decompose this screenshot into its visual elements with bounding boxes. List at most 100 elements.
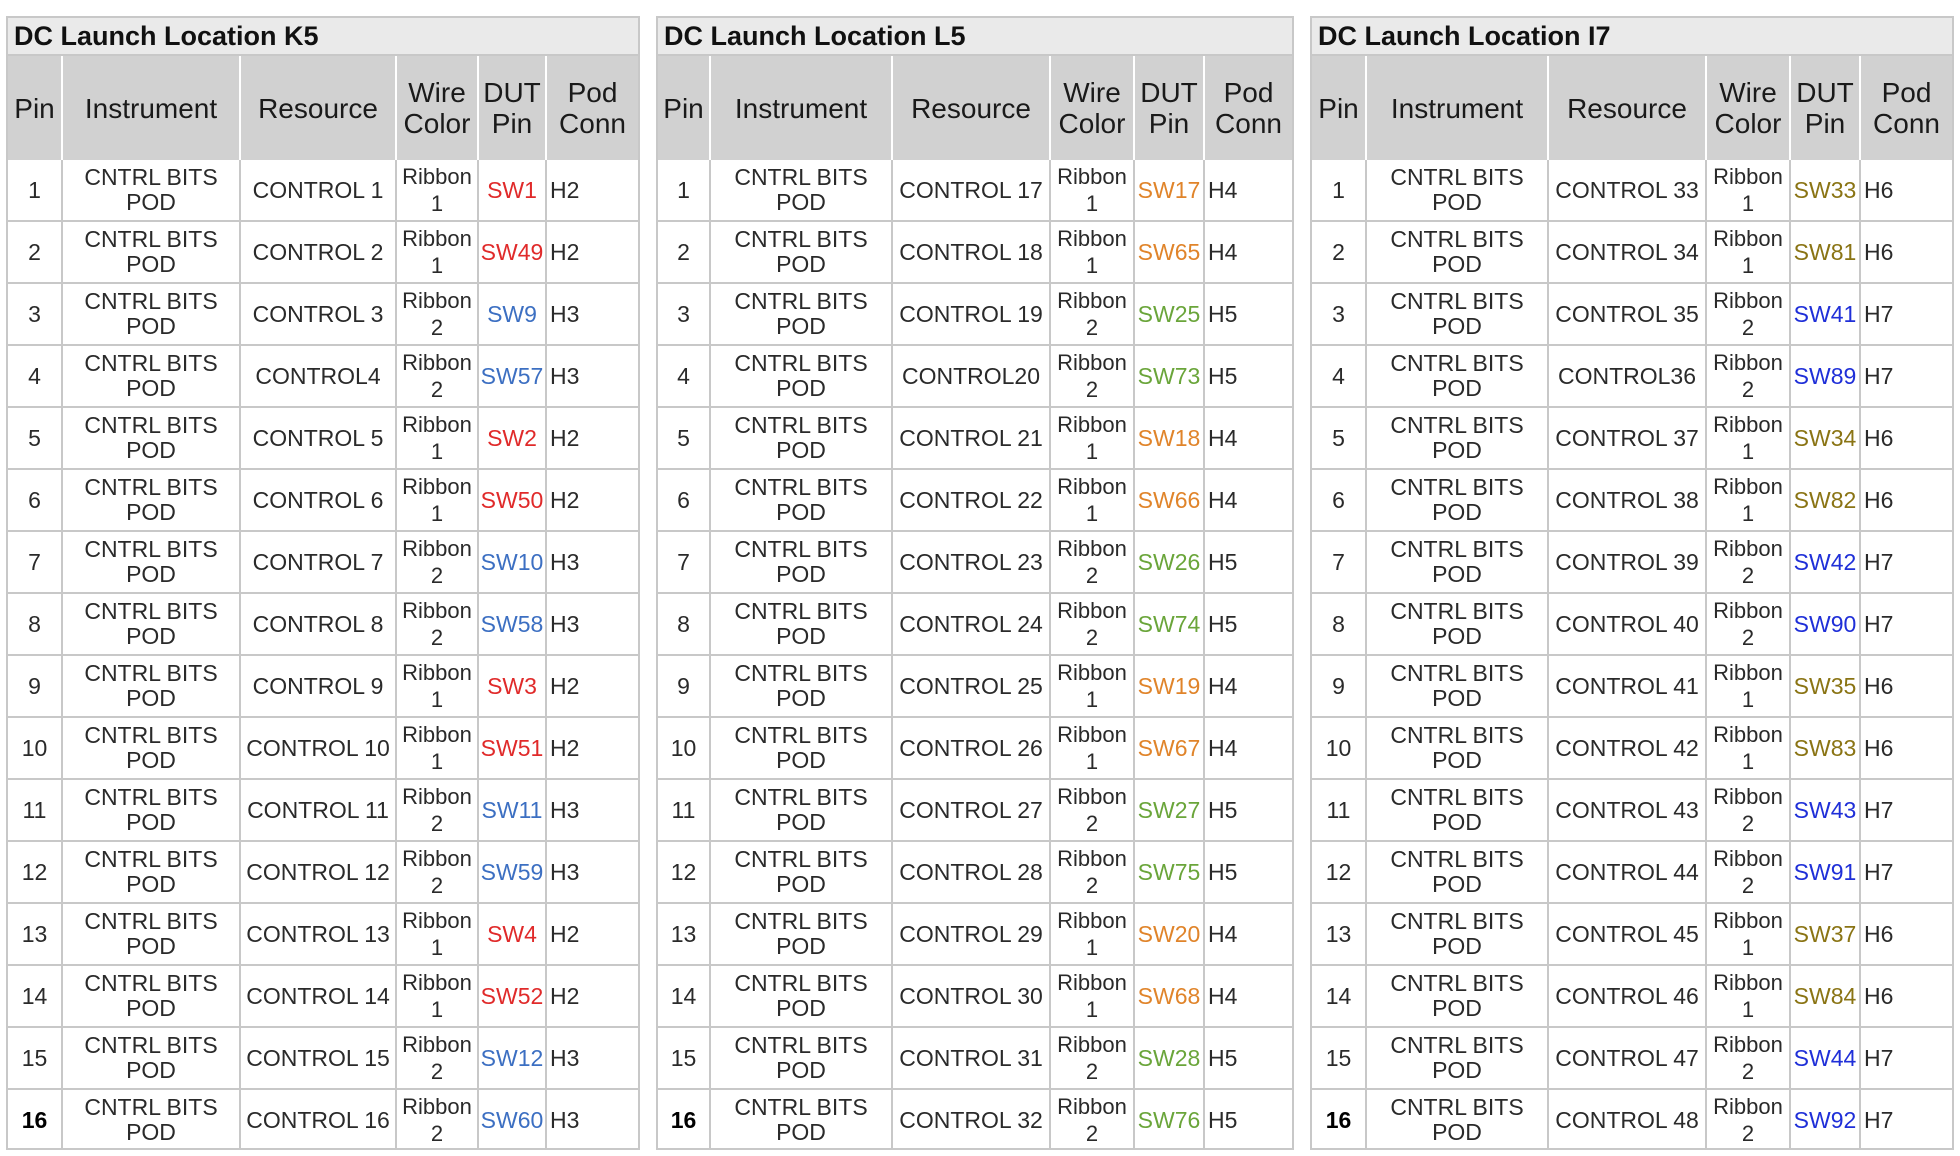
instrument-cell: CNTRL BITS POD xyxy=(62,220,241,283)
pod-conn-cell: H3 xyxy=(546,344,638,407)
dut-pin-cell: SW27 xyxy=(1134,778,1205,841)
table-row: 2 CNTRL BITS POD CONTROL 18 Ribbon 1 SW65 H4 xyxy=(658,220,1292,283)
wire-color-cell: Ribbon 2 xyxy=(396,592,479,655)
dut-pin-cell: SW73 xyxy=(1134,344,1205,407)
dut-pin-cell: SW65 xyxy=(1134,220,1205,283)
table-row: 8 CNTRL BITS POD CONTROL 24 Ribbon 2 SW74 H5 xyxy=(658,592,1292,655)
resource-cell: CONTROL 31 xyxy=(892,1026,1051,1089)
header-pin: Pin xyxy=(1312,56,1366,160)
pod-conn-cell: H5 xyxy=(1204,778,1292,841)
dut-pin-cell: SW33 xyxy=(1790,160,1861,221)
pod-conn-cell: H3 xyxy=(546,530,638,593)
table-row: 11 CNTRL BITS POD CONTROL 11 Ribbon 2 SW11 H3 xyxy=(8,778,638,841)
pin-cell: 6 xyxy=(8,468,63,531)
dut-pin-cell: SW60 xyxy=(478,1088,547,1150)
dut-pin-cell: SW58 xyxy=(478,592,547,655)
dut-pin-cell: SW37 xyxy=(1790,902,1861,965)
resource-cell: CONTROL 42 xyxy=(1548,716,1707,779)
instrument-cell: CNTRL BITS POD xyxy=(710,468,893,531)
table-row: 7 CNTRL BITS POD CONTROL 39 Ribbon 2 SW42 H7 xyxy=(1312,530,1952,593)
table-row: 1 CNTRL BITS POD CONTROL 17 Ribbon 1 SW17 H4 xyxy=(658,160,1292,221)
table-row: 5 CNTRL BITS POD CONTROL 5 Ribbon 1 SW2 H2 xyxy=(8,406,638,469)
wire-color-cell: Ribbon 2 xyxy=(1050,1088,1135,1150)
wire-color-cell: Ribbon 1 xyxy=(396,716,479,779)
instrument-cell: CNTRL BITS POD xyxy=(710,654,893,717)
dut-pin-cell: SW57 xyxy=(478,344,547,407)
wire-color-cell: Ribbon 2 xyxy=(1706,1088,1791,1150)
pin-table: Pin Instrument Resource Wire Color DUT P… xyxy=(658,56,1292,1150)
table-row: 9 CNTRL BITS POD CONTROL 9 Ribbon 1 SW3 H2 xyxy=(8,654,638,717)
dut-pin-cell: SW81 xyxy=(1790,220,1861,283)
pod-conn-cell: H3 xyxy=(546,592,638,655)
pin-cell: 4 xyxy=(1312,344,1367,407)
wire-color-cell: Ribbon 1 xyxy=(396,468,479,531)
table-row: 6 CNTRL BITS POD CONTROL 6 Ribbon 1 SW50 H2 xyxy=(8,468,638,531)
instrument-cell: CNTRL BITS POD xyxy=(710,530,893,593)
resource-cell: CONTROL 17 xyxy=(892,160,1051,221)
resource-cell: CONTROL20 xyxy=(892,344,1051,407)
wire-color-cell: Ribbon 1 xyxy=(1050,964,1135,1027)
dut-pin-cell: SW2 xyxy=(478,406,547,469)
wire-color-cell: Ribbon 1 xyxy=(1706,902,1791,965)
wire-color-cell: Ribbon 2 xyxy=(1050,778,1135,841)
table-row: 5 CNTRL BITS POD CONTROL 21 Ribbon 1 SW18 H4 xyxy=(658,406,1292,469)
table-row: 2 CNTRL BITS POD CONTROL 34 Ribbon 1 SW81 H6 xyxy=(1312,220,1952,283)
pod-conn-cell: H5 xyxy=(1204,344,1292,407)
pod-conn-cell: H3 xyxy=(546,282,638,345)
wire-color-cell: Ribbon 1 xyxy=(1050,716,1135,779)
panel-l5: DC Launch Location L5 Pin Instrument Res… xyxy=(656,16,1294,1150)
instrument-cell: CNTRL BITS POD xyxy=(710,964,893,1027)
dut-pin-cell: SW91 xyxy=(1790,840,1861,903)
header-pod-conn: Pod Conn xyxy=(1203,56,1292,160)
table-row: 15 CNTRL BITS POD CONTROL 15 Ribbon 2 SW12 H3 xyxy=(8,1026,638,1089)
panel-title: DC Launch Location L5 xyxy=(658,18,1292,56)
table-row: 7 CNTRL BITS POD CONTROL 7 Ribbon 2 SW10 H3 xyxy=(8,530,638,593)
pin-cell: 16 xyxy=(1312,1088,1367,1150)
wire-color-cell: Ribbon 1 xyxy=(396,160,479,221)
pin-cell: 3 xyxy=(8,282,63,345)
instrument-cell: CNTRL BITS POD xyxy=(710,840,893,903)
instrument-cell: CNTRL BITS POD xyxy=(1366,220,1549,283)
wire-color-cell: Ribbon 1 xyxy=(396,406,479,469)
pin-cell: 1 xyxy=(1312,160,1367,221)
pin-cell: 7 xyxy=(658,530,711,593)
pod-conn-cell: H7 xyxy=(1860,778,1952,841)
pin-cell: 12 xyxy=(1312,840,1367,903)
wire-color-cell: Ribbon 2 xyxy=(1706,840,1791,903)
wire-color-cell: Ribbon 2 xyxy=(1706,1026,1791,1089)
pin-cell: 2 xyxy=(8,220,63,283)
pod-conn-cell: H5 xyxy=(1204,1088,1292,1150)
resource-cell: CONTROL 46 xyxy=(1548,964,1707,1027)
table-row: 3 CNTRL BITS POD CONTROL 35 Ribbon 2 SW41 H7 xyxy=(1312,282,1952,345)
pin-cell: 4 xyxy=(658,344,711,407)
resource-cell: CONTROL 32 xyxy=(892,1088,1051,1150)
table-row: 3 CNTRL BITS POD CONTROL 19 Ribbon 2 SW25 H5 xyxy=(658,282,1292,345)
pod-conn-cell: H3 xyxy=(546,840,638,903)
instrument-cell: CNTRL BITS POD xyxy=(1366,468,1549,531)
instrument-cell: CNTRL BITS POD xyxy=(710,220,893,283)
resource-cell: CONTROL 6 xyxy=(240,468,397,531)
instrument-cell: CNTRL BITS POD xyxy=(1366,902,1549,965)
instrument-cell: CNTRL BITS POD xyxy=(62,282,241,345)
wire-color-cell: Ribbon 2 xyxy=(396,778,479,841)
pod-conn-cell: H3 xyxy=(546,778,638,841)
pod-conn-cell: H6 xyxy=(1860,964,1952,1027)
pin-cell: 15 xyxy=(658,1026,711,1089)
pin-cell: 8 xyxy=(1312,592,1367,655)
table-row: 10 CNTRL BITS POD CONTROL 42 Ribbon 1 SW83 H6 xyxy=(1312,716,1952,779)
wire-color-cell: Ribbon 1 xyxy=(1706,220,1791,283)
table-row: 14 CNTRL BITS POD CONTROL 30 Ribbon 1 SW68 H4 xyxy=(658,964,1292,1027)
resource-cell: CONTROL 1 xyxy=(240,160,397,221)
instrument-cell: CNTRL BITS POD xyxy=(62,778,241,841)
resource-cell: CONTROL 11 xyxy=(240,778,397,841)
instrument-cell: CNTRL BITS POD xyxy=(1366,716,1549,779)
instrument-cell: CNTRL BITS POD xyxy=(710,160,893,221)
pod-conn-cell: H5 xyxy=(1204,840,1292,903)
wire-color-cell: Ribbon 1 xyxy=(1706,964,1791,1027)
wire-color-cell: Ribbon 2 xyxy=(1706,344,1791,407)
resource-cell: CONTROL36 xyxy=(1548,344,1707,407)
dut-pin-cell: SW83 xyxy=(1790,716,1861,779)
dut-pin-cell: SW90 xyxy=(1790,592,1861,655)
table-row: 4 CNTRL BITS POD CONTROL4 Ribbon 2 SW57 H3 xyxy=(8,344,638,407)
instrument-cell: CNTRL BITS POD xyxy=(62,344,241,407)
